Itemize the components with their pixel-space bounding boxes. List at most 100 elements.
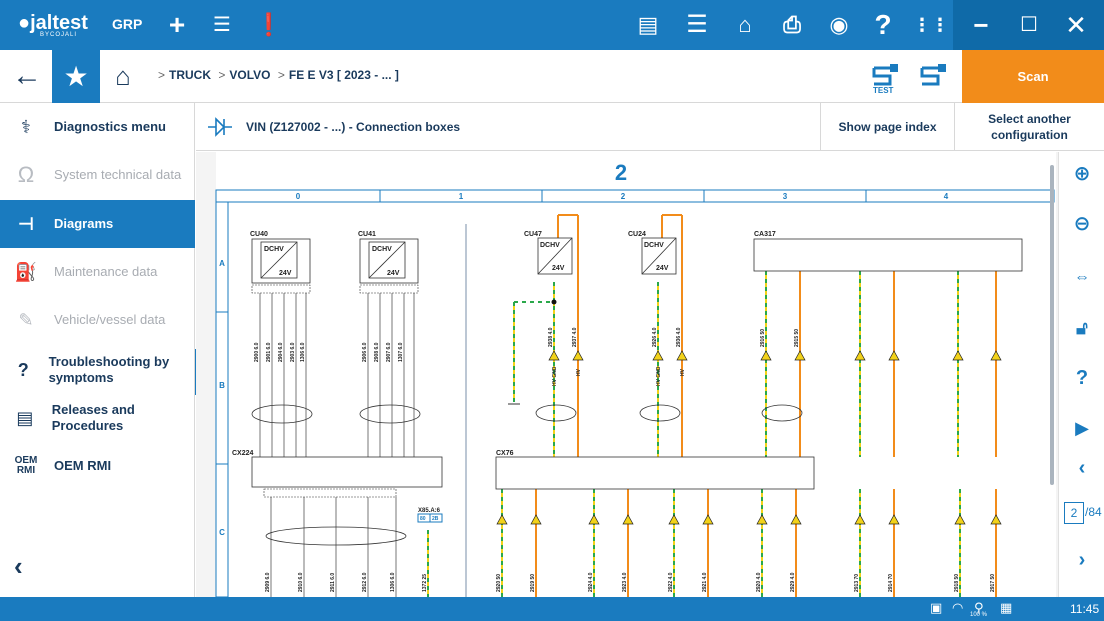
document-icon[interactable]: ▤ xyxy=(631,8,665,42)
calendar-icon[interactable]: ▦ xyxy=(1000,600,1012,616)
video-icon[interactable]: ▶ xyxy=(1065,412,1099,444)
wire-label: 2909 6.0 xyxy=(265,572,271,592)
wire-label: 2920 4.0 xyxy=(756,572,762,592)
connector-icon[interactable] xyxy=(918,60,954,94)
page-total: /84 xyxy=(1085,505,1102,519)
scan-button[interactable]: Scan xyxy=(962,50,1104,103)
home-icon[interactable]: ⌂ xyxy=(106,59,140,93)
fit-width-icon[interactable]: ⇔ xyxy=(1065,262,1099,294)
window-controls: − ☐ ✕ xyxy=(953,0,1104,50)
diagram-label: HV xyxy=(576,368,582,376)
jaltest-logo[interactable]: ●jaltest BYCOJALI xyxy=(18,12,88,38)
diagram-label: 24V xyxy=(279,270,292,277)
zoom-out-icon[interactable]: ⊖ xyxy=(1065,208,1099,240)
clock: 11:45 xyxy=(1070,602,1100,616)
wire-label: 1372 25 xyxy=(422,574,428,592)
diagram-label: HV GND xyxy=(656,366,662,386)
diagram-label: CU41 xyxy=(358,231,376,238)
navigation-bar: ← ★ ⌂ > TRUCK > VOLVO > FE E V3 [ 2023 - ..… xyxy=(0,50,1104,103)
diagram-label: CX76 xyxy=(496,450,514,457)
sidebar-item-system-technical-data[interactable]: Ω System technical data xyxy=(0,151,195,199)
sidebar-item-diagnostics-menu[interactable]: ⚕ Diagnostics menu xyxy=(0,103,195,151)
help-icon[interactable]: ? xyxy=(866,8,900,42)
oem-rmi-icon: OEM RMI xyxy=(14,455,38,476)
next-page-icon[interactable]: › xyxy=(1065,544,1099,576)
wifi-icon: ◠ xyxy=(952,600,964,615)
wire-label: 2918 50 xyxy=(954,574,960,592)
breadcrumb-volvo[interactable]: VOLVO xyxy=(229,68,270,82)
wire-label: 2919 50 xyxy=(530,574,536,592)
maximize-icon[interactable]: ☐ xyxy=(1012,8,1046,42)
wire-label: 2901 6.0 xyxy=(266,342,272,362)
sidebar-item-releases[interactable]: ▤ Releases and Procedures xyxy=(0,394,195,442)
wire-label: 1306 6.0 xyxy=(300,342,306,362)
minimize-icon[interactable]: − xyxy=(964,8,998,42)
wire-label: 2906 6.0 xyxy=(362,342,368,362)
zoom-percent: 100 % xyxy=(970,612,988,618)
wire-label: 2903 6.0 xyxy=(290,342,296,362)
component-ca317 xyxy=(753,238,1023,272)
diagram-icon: ⊣ xyxy=(17,213,35,234)
server-icon[interactable]: ☰ xyxy=(205,8,239,42)
sidebar-item-troubleshooting[interactable]: ? Troubleshooting by symptoms xyxy=(0,346,195,394)
plus-icon[interactable]: + xyxy=(160,8,194,42)
wire-label: 2917 50 xyxy=(990,574,996,592)
printer-icon[interactable]: ⎙ xyxy=(775,8,809,42)
wiring-diagram-canvas[interactable]: 2 0 1 2 3 4 A B C 2900 6.0 2901 6.0 2904 6… xyxy=(196,152,1058,597)
wire-label: 1306 6.0 xyxy=(390,572,396,592)
diagram-label: CU40 xyxy=(250,231,268,238)
wiring-diagram[interactable]: 2 0 1 2 3 4 A B C 2900 6.0 2901 6.0 2904 6… xyxy=(196,152,1058,597)
zoom-in-icon[interactable]: ⊕ xyxy=(1065,158,1099,190)
sidebar-collapse-arrow-icon[interactable]: ‹ xyxy=(14,551,23,582)
diagram-label: CA317 xyxy=(754,231,776,238)
row-label: B xyxy=(219,381,225,390)
page-number-input[interactable]: 2 xyxy=(1064,502,1084,524)
select-configuration-button[interactable]: Select another configuration xyxy=(954,103,1104,151)
connection-box-cx76 xyxy=(495,456,815,490)
sidebar-item-vehicle-data[interactable]: ✎ Vehicle/vessel data xyxy=(0,296,195,344)
diagram-label: 80 xyxy=(420,516,426,522)
wire-label: 2924 4.0 xyxy=(588,572,594,592)
camera-icon[interactable]: ◉ xyxy=(822,8,856,42)
sidebar-item-oem-rmi[interactable]: OEM RMI OEM RMI xyxy=(0,442,195,490)
right-toolbar: ⊕ ⊖ ⇔ 🔓︎ ? ▶ ‹ 2 /84 › xyxy=(1058,152,1104,597)
breadcrumb-truck[interactable]: TRUCK xyxy=(169,68,211,82)
diagram-label: CX224 xyxy=(232,450,254,457)
diagram-label: DCHV xyxy=(264,246,284,253)
vertical-scrollbar[interactable] xyxy=(1050,165,1054,485)
wire-label: 2920 50 xyxy=(496,574,502,592)
connector-test-icon[interactable]: TEST xyxy=(870,60,906,94)
wire-label: 2914 70 xyxy=(888,574,894,592)
column-label: 2 xyxy=(621,192,626,201)
diagram-label: 2B xyxy=(432,516,439,522)
diagram-label: CU47 xyxy=(524,231,542,238)
alert-icon[interactable]: ❗ xyxy=(252,8,286,42)
releases-icon: ▤ xyxy=(16,407,34,428)
grp-mode-label[interactable]: GRP xyxy=(112,16,142,32)
wire-label: 2916 50 xyxy=(760,329,766,347)
battery-icon: ▣ xyxy=(930,600,943,615)
unlock-icon[interactable]: 🔓︎ xyxy=(1065,312,1099,344)
engine-icon[interactable]: ⌂ xyxy=(728,8,762,42)
favorites-star-icon[interactable]: ★ xyxy=(52,50,100,103)
wire-label: 2923 4.0 xyxy=(622,572,628,592)
close-icon[interactable]: ✕ xyxy=(1059,8,1093,42)
diagram-label: HV GND xyxy=(552,366,558,386)
sidebar-item-maintenance-data[interactable]: ⛽ Maintenance data xyxy=(0,248,195,296)
breadcrumb-model[interactable]: FE E V3 [ 2023 - ... ] xyxy=(289,68,399,82)
back-arrow-icon[interactable]: ← xyxy=(10,59,44,93)
diagram-label: X85.A:6 xyxy=(418,508,441,514)
help-search-icon[interactable]: ? xyxy=(1065,362,1099,394)
diagram-label: 24V xyxy=(656,265,669,272)
svg-text:TEST: TEST xyxy=(873,86,894,94)
wire-label: 2911 6.0 xyxy=(330,573,336,592)
prev-page-icon[interactable]: ‹ xyxy=(1065,452,1099,484)
list-icon[interactable]: ☰ xyxy=(680,8,714,42)
oilcan-icon: ⛽ xyxy=(14,261,38,282)
grid-icon[interactable]: ⋮⋮⋮ xyxy=(913,8,967,42)
show-page-index-button[interactable]: Show page index xyxy=(820,103,954,151)
diagram-label: DCHV xyxy=(372,246,392,253)
stethoscope-icon: ⚕ xyxy=(21,116,31,137)
sidebar-item-diagrams[interactable]: ⊣ Diagrams xyxy=(0,200,195,248)
wire-label: 2936 4.0 xyxy=(676,327,682,347)
